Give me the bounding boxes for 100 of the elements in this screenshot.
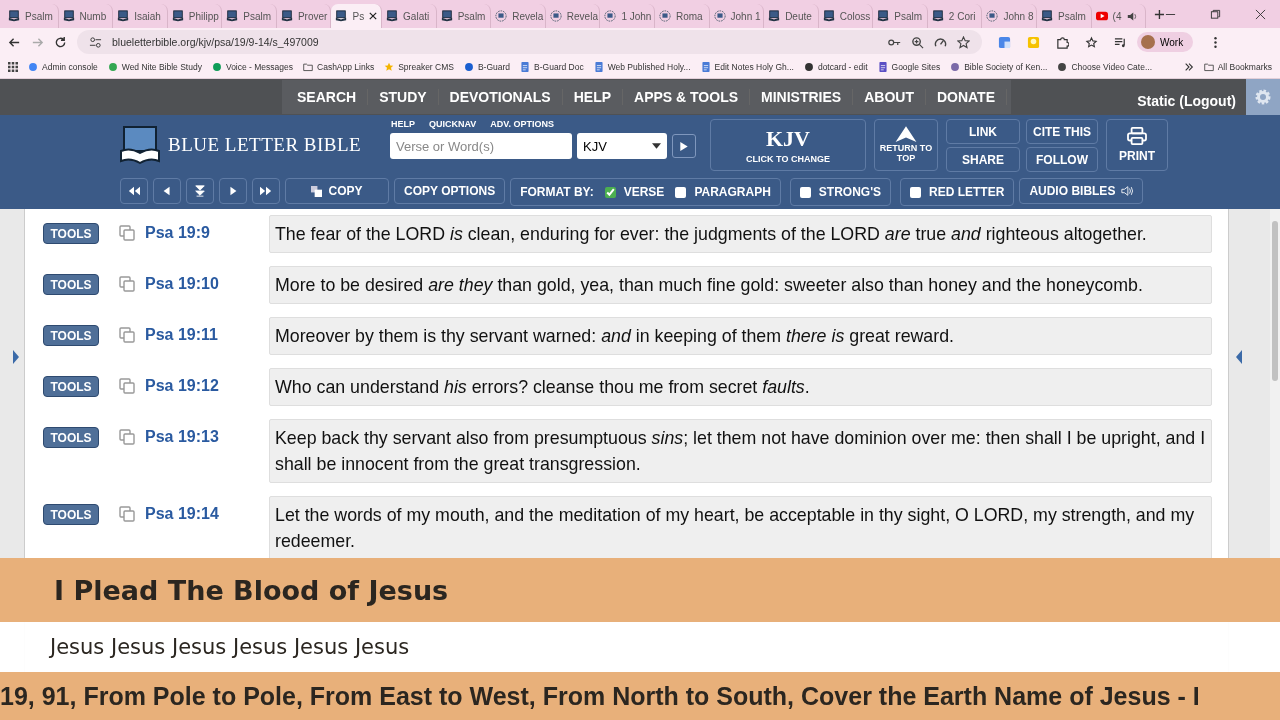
chapter-nav-button[interactable] bbox=[153, 178, 181, 204]
verse-text: The fear of the LORD is clean, enduring for ever: the judgments of the LORD are true and righteous altogether. bbox=[269, 215, 1212, 253]
share-option-button[interactable]: CITE THIS bbox=[1026, 119, 1098, 144]
chapter-nav-button[interactable] bbox=[120, 178, 148, 204]
speaker-icon[interactable] bbox=[1126, 10, 1138, 22]
caret-icon bbox=[652, 143, 661, 149]
nav-link[interactable]: ABOUT bbox=[853, 89, 926, 105]
checkbox[interactable] bbox=[675, 186, 687, 198]
version-select[interactable]: KJV bbox=[577, 133, 667, 159]
bookmark-item[interactable]: B-Guard bbox=[463, 62, 511, 72]
go-button[interactable] bbox=[672, 134, 696, 158]
logout-link[interactable]: Static (Logout) bbox=[1137, 93, 1236, 109]
verse-reference-link[interactable]: Psa 19:11 bbox=[145, 326, 269, 344]
scrollbar[interactable] bbox=[1270, 209, 1280, 558]
copy-icon[interactable] bbox=[119, 506, 135, 522]
tab-title: Psalm bbox=[25, 10, 53, 22]
nav-link[interactable]: DONATE bbox=[925, 89, 1007, 105]
share-option-button[interactable]: SHARE bbox=[946, 147, 1020, 172]
tab-title: Psalm bbox=[1058, 10, 1086, 22]
bookmark-item[interactable]: Voice - Messages bbox=[211, 62, 294, 72]
tab-title: John 1 bbox=[730, 10, 761, 22]
tab-title: (4 bbox=[1112, 10, 1122, 22]
toggle-option[interactable]: STRONG'S bbox=[789, 178, 892, 206]
bookmark-item[interactable]: Wed Nite Bible Study bbox=[107, 62, 202, 72]
checkbox[interactable] bbox=[910, 186, 922, 198]
close-icon[interactable] bbox=[1255, 8, 1267, 20]
nav-link[interactable]: DEVOTIONALS bbox=[438, 89, 563, 105]
verse-reference-link[interactable]: Psa 19:12 bbox=[145, 377, 269, 395]
media-queue-icon[interactable] bbox=[1114, 35, 1127, 49]
search-option-link[interactable]: QUICKNAV bbox=[429, 119, 477, 129]
triangle-right-icon[interactable] bbox=[12, 349, 20, 365]
copy-icon[interactable] bbox=[119, 225, 135, 241]
tools-button[interactable]: TOOLS bbox=[43, 376, 99, 397]
verse-reference-link[interactable]: Psa 19:9 bbox=[145, 224, 269, 242]
bookmark-item[interactable]: Web Published Holy... bbox=[593, 62, 691, 72]
chapter-nav-button[interactable] bbox=[252, 178, 280, 204]
apps-grid-icon[interactable] bbox=[8, 62, 18, 72]
tools-button[interactable]: TOOLS bbox=[43, 427, 99, 448]
format-option[interactable]: PARAGRAPH bbox=[675, 185, 771, 199]
site-settings-icon[interactable] bbox=[89, 35, 102, 49]
tools-button[interactable]: TOOLS bbox=[43, 274, 99, 295]
bookmark-item[interactable]: dotcard - edit bbox=[803, 62, 868, 72]
return-to-top-button[interactable]: RETURN TO TOP bbox=[874, 119, 938, 171]
bookmark-item[interactable]: Spreaker CMS bbox=[384, 62, 454, 72]
bookmark-item[interactable]: Bible Society of Ken... bbox=[950, 62, 1048, 72]
bookmark-star-icon[interactable] bbox=[957, 35, 970, 49]
gauge-icon[interactable] bbox=[934, 35, 947, 49]
bookmark-item[interactable]: Edit Notes Holy Gh... bbox=[700, 62, 794, 72]
folder-icon bbox=[1203, 62, 1214, 72]
checkbox[interactable] bbox=[604, 186, 616, 198]
search-option-link[interactable]: ADV. OPTIONS bbox=[490, 119, 555, 129]
new-tab-icon[interactable] bbox=[1154, 8, 1166, 20]
nav-link[interactable]: HELP bbox=[562, 89, 624, 105]
copy-button[interactable]: COPY bbox=[285, 178, 389, 204]
chevron-icon[interactable] bbox=[1183, 62, 1194, 72]
print-button[interactable]: PRINT bbox=[1106, 119, 1168, 171]
close-icon[interactable] bbox=[369, 12, 378, 20]
puzzle-icon[interactable] bbox=[1056, 35, 1069, 49]
search-option-link[interactable]: HELP bbox=[391, 119, 415, 129]
star-list-icon[interactable] bbox=[1085, 35, 1098, 49]
search-field[interactable]: Verse or Word(s) bbox=[390, 133, 572, 159]
nav-link[interactable]: APPS & TOOLS bbox=[623, 89, 751, 105]
bookmark-item[interactable]: B-Guard Doc bbox=[520, 62, 584, 72]
bookmark-item[interactable]: CashApp Links bbox=[303, 62, 375, 72]
bookmark-item[interactable]: Admin console bbox=[28, 62, 98, 72]
bookmark-item[interactable]: Google Sites bbox=[877, 62, 941, 72]
version-change-button[interactable]: KJV CLICK TO CHANGE bbox=[710, 119, 866, 171]
verse-reference-link[interactable]: Psa 19:14 bbox=[145, 505, 269, 523]
zoom-icon[interactable] bbox=[911, 35, 924, 49]
nav-link[interactable]: STUDY bbox=[368, 89, 439, 105]
share-option-button[interactable]: FOLLOW bbox=[1026, 147, 1098, 172]
browser-tab[interactable]: Ps bbox=[331, 4, 383, 28]
all-bookmarks-button[interactable]: All Bookmarks bbox=[1203, 62, 1272, 72]
toggle-option[interactable]: RED LETTER bbox=[900, 178, 1015, 206]
format-option[interactable]: VERSE bbox=[604, 185, 665, 199]
triangle-left-icon[interactable] bbox=[1235, 349, 1243, 365]
verse-reference-link[interactable]: Psa 19:13 bbox=[145, 428, 269, 446]
nav-link[interactable]: SEARCH bbox=[286, 89, 369, 105]
tools-button[interactable]: TOOLS bbox=[43, 223, 99, 244]
bookmark-item[interactable]: Choose Video Cate... bbox=[1057, 62, 1153, 72]
copy-icon[interactable] bbox=[119, 378, 135, 394]
share-option-button[interactable]: LINK bbox=[946, 119, 1020, 144]
chapter-nav-button[interactable] bbox=[186, 178, 214, 204]
restore-icon[interactable] bbox=[1210, 8, 1222, 20]
tools-button[interactable]: TOOLS bbox=[43, 325, 99, 346]
site-logo[interactable]: BLUE LETTER BIBLE bbox=[120, 125, 382, 165]
address-bar[interactable]: blueletterbible.org/kjv/psa/19/9-14/s_497009 bbox=[77, 30, 982, 54]
verse-reference-link[interactable]: Psa 19:10 bbox=[145, 275, 269, 293]
copy-icon[interactable] bbox=[119, 276, 135, 292]
copy-icon[interactable] bbox=[119, 429, 135, 445]
audio-bibles-button[interactable]: AUDIO BIBLES bbox=[1019, 178, 1144, 204]
chapter-nav-button[interactable] bbox=[219, 178, 247, 204]
copy-options-button[interactable]: COPY OPTIONS bbox=[394, 178, 506, 204]
nav-link[interactable]: MINISTRIES bbox=[750, 89, 854, 105]
copy-icon[interactable] bbox=[119, 327, 135, 343]
checkbox[interactable] bbox=[799, 186, 811, 198]
profile-button[interactable]: Work bbox=[1137, 32, 1194, 52]
reload-icon[interactable] bbox=[54, 35, 67, 49]
tools-button[interactable]: TOOLS bbox=[43, 504, 99, 525]
translate-icon[interactable] bbox=[998, 35, 1011, 49]
